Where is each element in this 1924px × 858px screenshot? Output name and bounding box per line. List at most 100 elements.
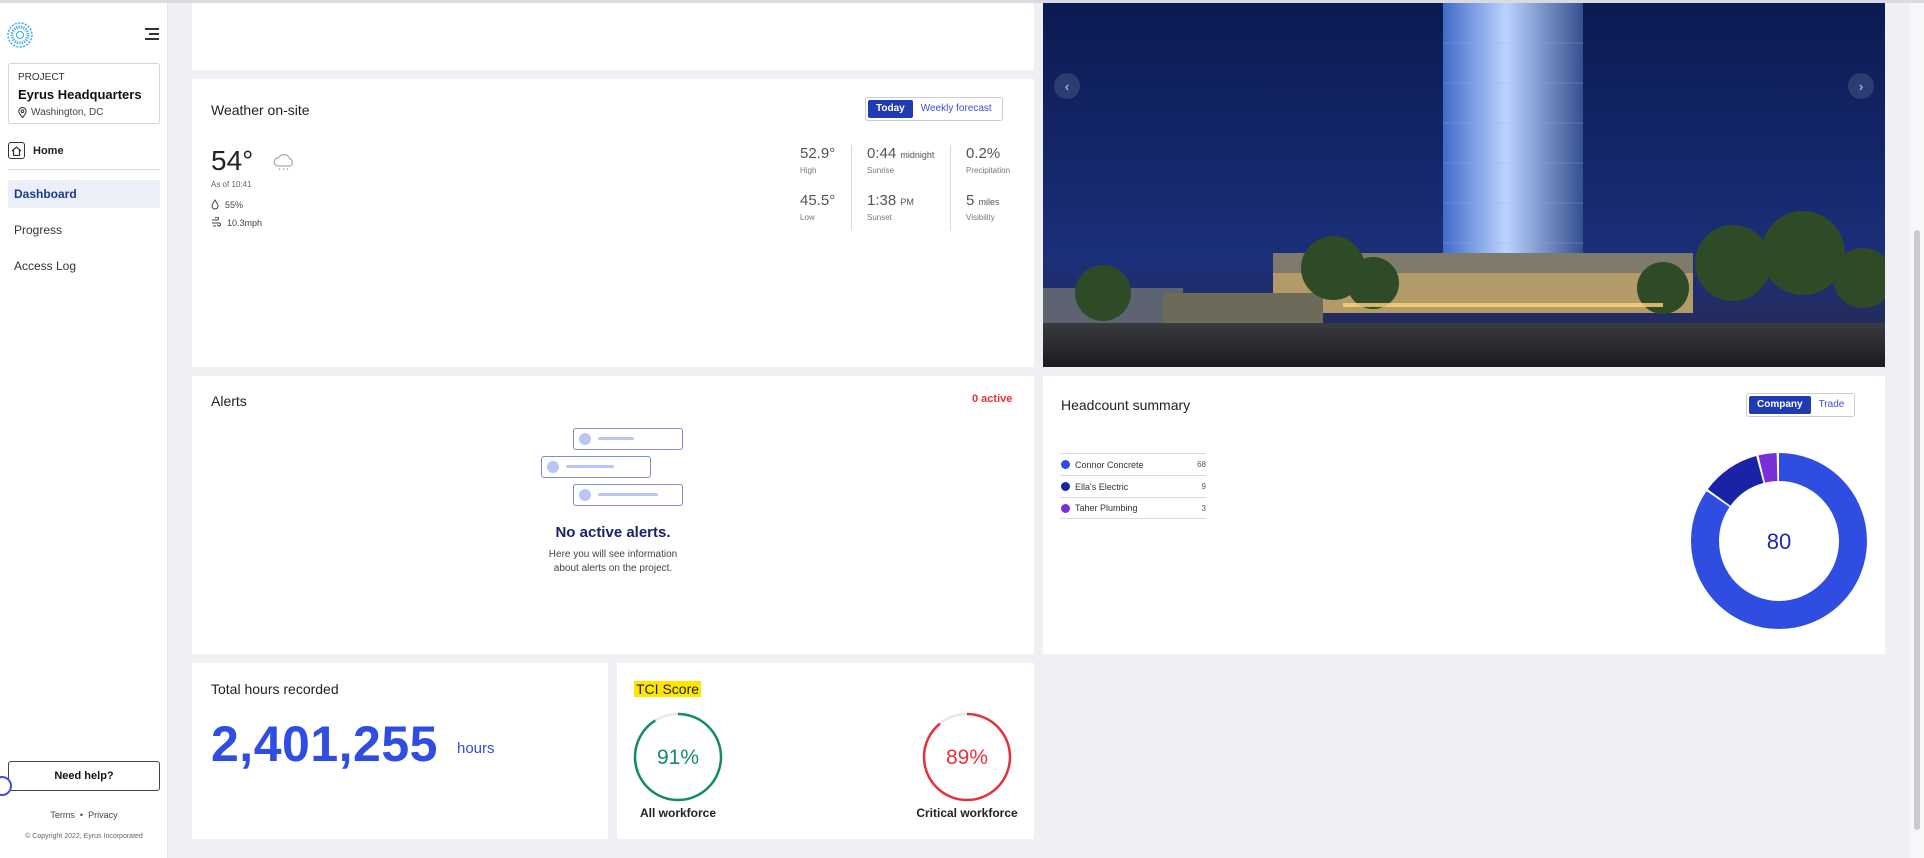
wind-value: 10.3mph [227,217,263,228]
legend-row: Connor Concrete 68 [1060,453,1206,475]
trade-toggle-button[interactable]: Trade [1811,396,1853,414]
low-stat: 45.5° Low [800,192,835,222]
tci-score-card: TCI Score 91% All workforce 89% Critical… [617,663,1034,839]
photo-next-arrow-icon[interactable]: › [1848,73,1874,99]
weekly-forecast-toggle-button[interactable]: Weekly forecast [913,100,1000,118]
empty-illustration-card [541,456,651,478]
legend-company-count: 9 [1201,482,1206,491]
menu-toggle-icon[interactable] [145,28,159,40]
headcount-legend: Connor Concrete 68 Ella's Electric 9 Tah… [1060,453,1206,519]
project-label: PROJECT [18,72,65,83]
privacy-link[interactable]: Privacy [88,810,118,820]
home-icon [8,142,25,159]
no-alerts-line: Here you will see information [548,549,678,560]
photo-prev-arrow-icon[interactable]: ‹ [1054,73,1080,99]
tci-score-title: TCI Score [634,681,702,697]
total-hours-card: Total hours recorded 2,401,255 hours [192,663,608,839]
project-photo: ‹ › [1043,3,1885,367]
nav-home-label: Home [33,144,64,157]
legend-company-name: Ella's Electric [1075,481,1129,492]
weather-title: Weather on-site [211,102,310,118]
sunset-stat: 1:38 PM Sunset [867,192,914,222]
legend-row: Taher Plumbing 3 [1060,497,1206,519]
footer-separator: • [79,810,84,820]
high-value: 52.9° [800,145,836,162]
legend-row: Ella's Electric 9 [1060,475,1206,497]
headcount-donut-chart: 80 [1691,453,1867,629]
visibility-unit: miles [978,197,1000,207]
wind-row: 10.3mph [211,217,262,228]
scrollbar-thumb[interactable] [1914,230,1920,830]
nav-home[interactable]: Home [8,142,64,159]
empty-illustration-card [573,484,683,506]
legend-company-name: Connor Concrete [1075,459,1144,470]
footer-links: Terms • Privacy [0,810,168,820]
sunrise-stat: 0:44 midnight Sunrise [867,145,934,175]
critical-workforce-ring: 89% [922,712,1012,802]
no-alerts-title: No active alerts. [555,524,671,541]
humidity-row: 55% [211,199,243,210]
nav-item-dashboard[interactable]: Dashboard [8,180,160,208]
company-toggle-button[interactable]: Company [1749,396,1811,414]
project-selector[interactable]: PROJECT Eyrus Headquarters Washington, D… [8,63,160,124]
current-temperature: 54° [211,145,254,176]
legend-dot [1061,482,1070,491]
visibility-label: Visibility [966,213,995,222]
legend-company-count: 68 [1197,460,1206,469]
weather-divider [950,145,951,230]
sunrise-unit: midnight [900,150,935,160]
all-workforce-label: All workforce [639,806,717,820]
high-stat: 52.9° High [800,145,835,175]
legend-company-name: Taher Plumbing [1075,503,1138,513]
headcount-toggle: Company Trade [1746,393,1856,417]
critical-workforce-label: Critical workforce [916,806,1018,820]
visibility-value: 5 [966,192,975,209]
sunrise-label: Sunrise [867,166,895,175]
headcount-total: 80 [1767,529,1791,554]
need-help-button[interactable]: Need help? [8,761,160,791]
nav-item-progress[interactable]: Progress [8,216,160,244]
low-value: 45.5° [800,192,836,209]
as-of-time: As of 10:41 [211,180,252,189]
legend-dot [1061,503,1070,513]
precipitation-label: Precipitation [966,166,1011,175]
total-hours-value: 2,401,255 [211,716,438,772]
precipitation-stat: 0.2% Precipitation [966,145,1010,175]
weather-toggle: Today Weekly forecast [865,97,1003,121]
sunset-label: Sunset [867,213,892,222]
alerts-title: Alerts [211,393,247,409]
sunset-value: 1:38 [867,192,897,209]
no-alerts-description: Here you will see information about aler… [512,548,714,576]
weather-card: Weather on-site Today Weekly forecast 54… [192,79,1034,367]
wind-icon [212,217,221,227]
cloud-icon [273,154,293,171]
legend-dot [1061,460,1070,469]
headcount-title: Headcount summary [1061,397,1191,413]
sidebar: PROJECT Eyrus Headquarters Washington, D… [0,3,168,858]
empty-illustration-card [573,428,683,450]
location-pin-icon [18,107,27,118]
total-hours-unit: hours [457,740,495,757]
alerts-active-count[interactable]: 0 active [972,393,1012,405]
visibility-stat: 5 miles Visibility [966,192,1000,222]
project-name: Eyrus Headquarters [18,87,142,102]
nav-item-access-log[interactable]: Access Log [8,252,160,280]
high-label: High [800,166,817,175]
all-workforce-ring: 91% [633,712,723,802]
project-location: Washington, DC [18,107,150,118]
droplet-icon [211,199,219,210]
low-label: Low [800,213,815,222]
legend-company-count: 3 [1201,503,1206,513]
eyrus-logo-icon[interactable] [7,22,33,48]
sunset-unit: PM [900,197,914,207]
terms-link[interactable]: Terms [50,810,75,820]
precipitation-value: 0.2% [966,145,1001,162]
no-alerts-line: about alerts on the project. [553,563,673,574]
top-card [192,3,1034,70]
critical-workforce-value: 89% [946,746,988,769]
building-photo-image [1043,3,1885,367]
today-toggle-button[interactable]: Today [868,100,913,118]
project-location-text: Washington, DC [31,107,104,118]
tci-score-title-text: TCI Score [634,681,702,697]
humidity-value: 55% [225,199,244,210]
